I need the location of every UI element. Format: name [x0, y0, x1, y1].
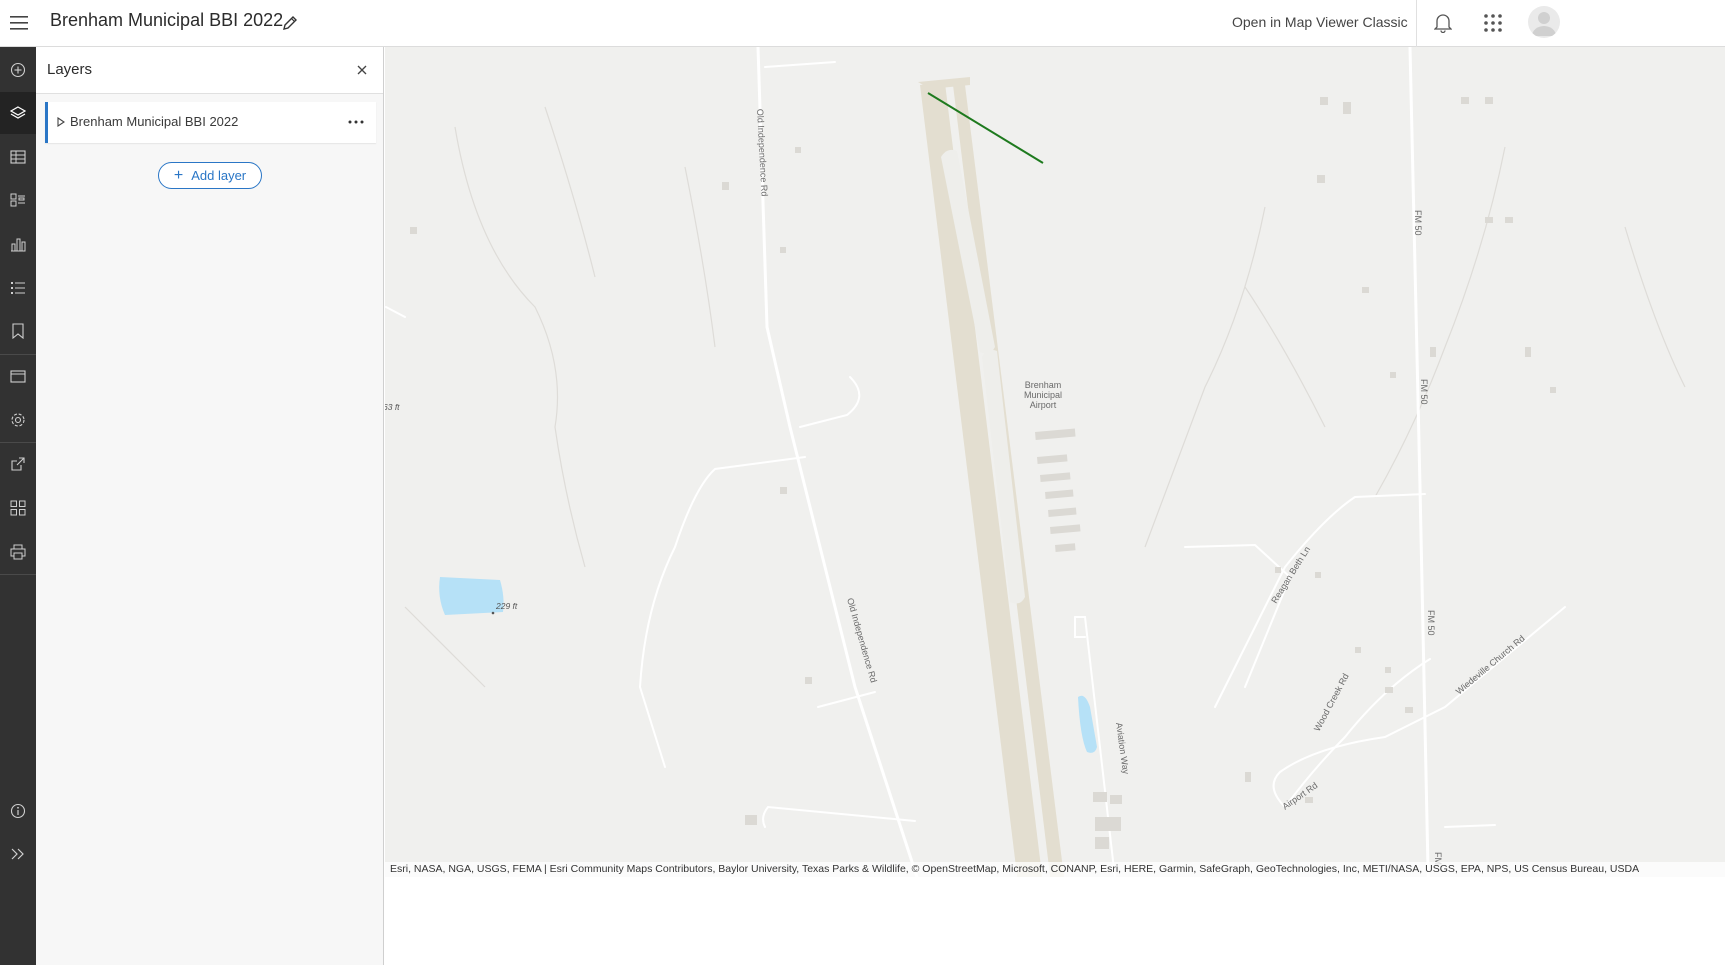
pencil-edit-icon[interactable]: [279, 12, 301, 34]
settings-icon[interactable]: [0, 399, 36, 441]
bookmark-icon[interactable]: [0, 310, 36, 352]
layer-name: Brenham Municipal BBI 2022: [70, 114, 239, 129]
top-bar: Brenham Municipal BBI 2022 Open in Map V…: [0, 0, 1725, 47]
layers-panel: Layers Brenham Municipal BBI 2022 + Add …: [36, 47, 384, 965]
legend-icon[interactable]: [0, 179, 36, 221]
panel-title: Layers: [47, 61, 93, 78]
notification-bell-icon[interactable]: [1430, 10, 1456, 36]
list-icon[interactable]: [0, 267, 36, 309]
bottom-blank-area: [385, 877, 1725, 965]
plus-icon: +: [173, 166, 184, 184]
caret-right-icon[interactable]: [54, 115, 68, 129]
close-icon[interactable]: [352, 60, 372, 80]
table-icon[interactable]: [0, 136, 36, 178]
pond: [439, 577, 504, 615]
folder-icon[interactable]: [0, 355, 36, 397]
hamburger-menu-icon[interactable]: [6, 9, 34, 37]
label-airport: Municipal: [1024, 390, 1062, 400]
map-title: Brenham Municipal BBI 2022: [50, 10, 284, 30]
label-elevation: 229 ft: [495, 601, 518, 611]
more-options-icon[interactable]: [342, 110, 370, 134]
left-toolbar: [0, 47, 36, 965]
map-attribution: Esri, NASA, NGA, USGS, FEMA | Esri Commu…: [385, 862, 1725, 877]
toolbar-separator: [0, 574, 36, 575]
layer-item[interactable]: Brenham Municipal BBI 2022: [45, 102, 376, 143]
map-view[interactable]: Old Independence Rd Old Independence Rd …: [385, 47, 1725, 965]
basemap: Old Independence Rd Old Independence Rd …: [385, 47, 1725, 965]
label-airport: Brenham: [1025, 380, 1062, 390]
info-icon[interactable]: [0, 790, 36, 832]
label-airport: Airport: [1030, 400, 1057, 410]
expand-icon[interactable]: [0, 833, 36, 875]
user-avatar[interactable]: [1528, 6, 1560, 38]
panel-header: Layers: [36, 47, 383, 94]
open-map-viewer-classic-link[interactable]: Open in Map Viewer Classic: [1232, 14, 1408, 30]
add-layer-button[interactable]: + Add layer: [158, 162, 262, 189]
label-fm-50: FM 50: [1413, 210, 1423, 236]
label-fm-50: FM 50: [1426, 610, 1436, 636]
share-icon[interactable]: [0, 443, 36, 485]
add-layer-label: Add layer: [191, 168, 247, 183]
label-elevation: 63 ft: [385, 402, 400, 412]
add-icon[interactable]: [0, 49, 36, 91]
print-icon[interactable]: [0, 531, 36, 573]
app-launcher-grid-icon[interactable]: [1479, 10, 1507, 36]
chart-icon[interactable]: [0, 223, 36, 265]
apps-icon[interactable]: [0, 487, 36, 529]
header-divider: [1416, 0, 1417, 47]
label-fm-50: FM 50: [1419, 379, 1429, 405]
layers-icon[interactable]: [0, 92, 36, 134]
